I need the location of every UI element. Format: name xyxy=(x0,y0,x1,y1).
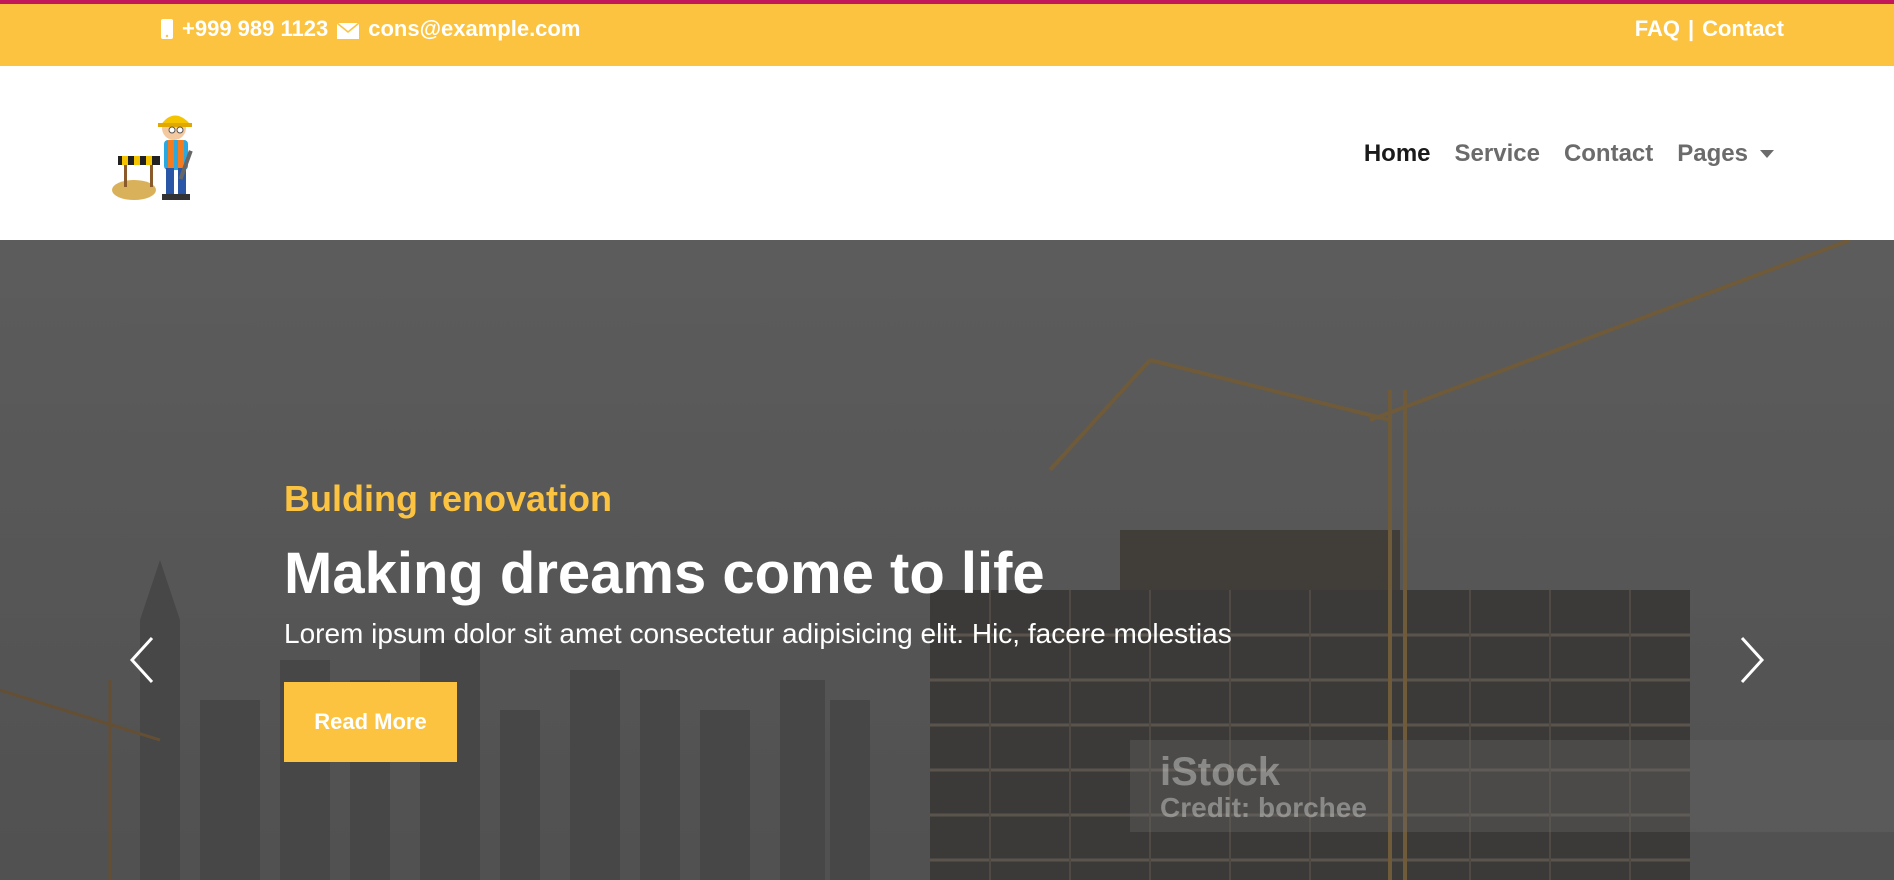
nav-item-label: Pages xyxy=(1677,140,1748,167)
hero-content: Bulding renovation Making dreams come to… xyxy=(284,478,1384,762)
chevron-right-icon xyxy=(1740,636,1765,684)
nav-item-label: Contact xyxy=(1563,140,1654,167)
nav-item-home[interactable]: Home xyxy=(1364,140,1431,168)
hero-carousel: Bulding renovation Making dreams come to… xyxy=(0,240,1894,880)
phone-icon xyxy=(160,18,174,40)
hero-title: Making dreams come to life xyxy=(284,541,1045,606)
image-watermark: iStock Credit: borchee xyxy=(1160,750,1367,826)
chevron-left-icon xyxy=(129,636,154,684)
nav-item-pages-dropdown[interactable]: Pages xyxy=(1677,140,1774,168)
top-links-separator: | xyxy=(1687,16,1695,41)
nav-item-contact[interactable]: Contact xyxy=(1564,140,1653,168)
top-bar: +999 989 1123 cons@example.com FAQ | Con… xyxy=(0,0,1894,66)
email-link[interactable]: cons@example.com xyxy=(368,16,580,42)
read-more-button[interactable]: Read More xyxy=(284,682,457,762)
top-contact-link[interactable]: Contact xyxy=(1702,16,1784,42)
construction-worker-logo[interactable] xyxy=(110,104,204,202)
faq-link[interactable]: FAQ xyxy=(1635,16,1680,42)
main-navbar: Home Service Contact Pages xyxy=(0,66,1894,240)
hero-text: Lorem ipsum dolor sit amet consectetur a… xyxy=(284,618,1232,649)
carousel-next-button[interactable] xyxy=(1732,630,1772,690)
top-links: FAQ | Contact xyxy=(1635,14,1784,44)
nav-menu: Home Service Contact Pages xyxy=(1364,136,1774,172)
hero-subtitle: Bulding renovation xyxy=(284,478,612,519)
watermark-brand: iStock xyxy=(1160,750,1281,794)
mail-icon xyxy=(336,20,360,39)
caret-down-icon xyxy=(1760,150,1774,158)
nav-item-label: Home xyxy=(1363,140,1431,167)
nav-item-service[interactable]: Service xyxy=(1455,140,1540,168)
nav-item-label: Service xyxy=(1454,140,1540,167)
watermark-credit: Credit: borchee xyxy=(1160,792,1367,823)
phone-link[interactable]: +999 989 1123 xyxy=(182,16,328,42)
carousel-prev-button[interactable] xyxy=(122,630,162,690)
contact-info: +999 989 1123 cons@example.com xyxy=(160,14,580,44)
